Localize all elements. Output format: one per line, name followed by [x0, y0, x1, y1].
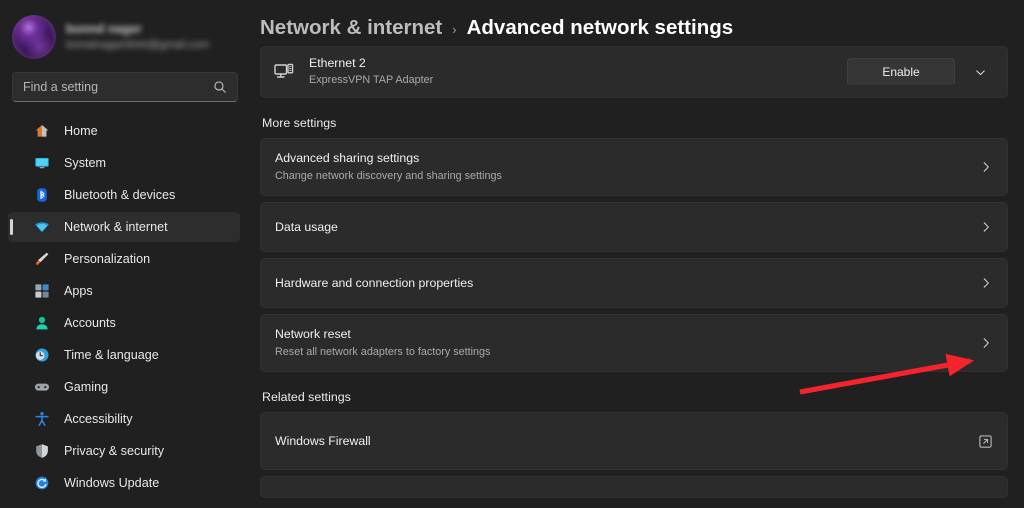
sidebar-item-label: Accessibility	[64, 412, 133, 426]
sidebar-item-label: System	[64, 156, 106, 170]
adapter-description: ExpressVPN TAP Adapter	[309, 74, 434, 87]
sidebar-item-accounts[interactable]: Accounts	[8, 308, 240, 338]
row-network-reset[interactable]: Network reset Reset all network adapters…	[260, 314, 1008, 372]
gamepad-icon	[35, 383, 49, 391]
row-title: Hardware and connection properties	[275, 275, 474, 290]
sidebar-item-label: Apps	[64, 284, 93, 298]
system-icon	[35, 158, 49, 169]
breadcrumb-parent-link[interactable]: Network & internet	[260, 16, 442, 40]
settings-list: Ethernet 2 ExpressVPN TAP Adapter Enable…	[248, 46, 1024, 498]
more-settings-heading: More settings	[262, 116, 337, 130]
related-settings-heading: Related settings	[262, 390, 351, 404]
brush-icon	[35, 252, 49, 266]
sidebar-item-label: Network & internet	[64, 220, 168, 234]
sidebar-item-label: Personalization	[64, 252, 151, 266]
row-text: Windows Firewall	[275, 433, 978, 450]
row-body[interactable]: Advanced sharing settings Change network…	[261, 139, 1007, 195]
sidebar-item-label: Privacy & security	[64, 444, 165, 458]
row-title: Advanced sharing settings	[275, 151, 420, 166]
search-input[interactable]	[23, 80, 213, 94]
row-subtitle: Reset all network adapters to factory se…	[275, 346, 491, 359]
clock-icon	[35, 348, 49, 362]
chevron-right-icon[interactable]	[979, 276, 993, 290]
apps-icon	[35, 284, 49, 298]
row-text: Advanced sharing settings Change network…	[275, 150, 979, 183]
update-icon	[35, 476, 49, 490]
main-content: Network & internet › Advanced network se…	[248, 0, 1024, 508]
settings-window: bonnd nager komalnagar0644@gmail.com Hom…	[0, 0, 1024, 508]
row-data-usage[interactable]: Data usage	[260, 202, 1008, 252]
row-body[interactable]: Network reset Reset all network adapters…	[261, 315, 1007, 371]
chevron-right-icon[interactable]	[979, 220, 993, 234]
chevron-down-icon	[975, 69, 985, 75]
sidebar-nav: Home System Bluetooth & devices Network …	[0, 116, 248, 498]
sidebar: bonnd nager komalnagar0644@gmail.com Hom…	[0, 0, 248, 508]
avatar[interactable]	[12, 15, 56, 59]
shield-icon	[36, 444, 48, 458]
sidebar-item-time-and-language[interactable]: Time & language	[8, 340, 240, 370]
row-text: Network reset Reset all network adapters…	[275, 326, 979, 359]
sidebar-item-accessibility[interactable]: Accessibility	[8, 404, 240, 434]
adapter-text: Ethernet 2 ExpressVPN TAP Adapter	[309, 56, 847, 87]
row-partially-visible[interactable]	[260, 476, 1008, 498]
network-icon	[35, 222, 49, 233]
accessibility-icon	[35, 412, 49, 426]
sidebar-item-label: Accounts	[64, 316, 116, 330]
breadcrumb: Network & internet › Advanced network se…	[248, 0, 1024, 46]
sidebar-item-label: Home	[64, 124, 98, 138]
external-link-icon[interactable]	[978, 434, 993, 449]
sidebar-item-label: Gaming	[64, 380, 109, 394]
home-icon	[35, 125, 49, 137]
row-text: Hardware and connection properties	[275, 275, 979, 292]
row-text: Data usage	[275, 219, 979, 236]
row-body[interactable]: Data usage	[261, 203, 1007, 251]
sidebar-item-network-and-internet[interactable]: Network & internet	[8, 212, 240, 242]
sidebar-item-privacy-and-security[interactable]: Privacy & security	[8, 436, 240, 466]
row-title: Windows Firewall	[275, 433, 371, 448]
row-subtitle: Change network discovery and sharing set…	[275, 170, 502, 183]
profile-name: bonnd nager	[66, 22, 142, 37]
chevron-right-icon[interactable]	[979, 160, 993, 174]
sidebar-item-gaming[interactable]: Gaming	[8, 372, 240, 402]
bluetooth-icon	[37, 188, 47, 202]
sidebar-item-home[interactable]: Home	[8, 116, 240, 146]
row-body[interactable]: Hardware and connection properties	[261, 259, 1007, 307]
sidebar-item-bluetooth[interactable]: Bluetooth & devices	[8, 180, 240, 210]
chevron-right-icon[interactable]	[979, 336, 993, 350]
sidebar-item-apps[interactable]: Apps	[8, 276, 240, 306]
row-windows-firewall[interactable]: Windows Firewall	[260, 412, 1008, 470]
accounts-icon	[36, 316, 48, 330]
page-title: Advanced network settings	[466, 16, 734, 39]
row-advanced-sharing-settings[interactable]: Advanced sharing settings Change network…	[260, 138, 1008, 196]
row-hardware-and-connection-properties[interactable]: Hardware and connection properties	[260, 258, 1008, 308]
sidebar-item-label: Time & language	[64, 348, 159, 362]
row-title: Network reset	[275, 327, 351, 342]
search-box[interactable]	[12, 72, 238, 102]
enable-button[interactable]: Enable	[847, 58, 955, 86]
adapter-expander-button[interactable]	[965, 58, 995, 86]
profile-text: bonnd nager komalnagar0644@gmail.com	[66, 21, 209, 53]
sidebar-item-label: Windows Update	[64, 476, 160, 490]
row-title: Data usage	[275, 219, 338, 234]
sidebar-item-windows-update[interactable]: Windows Update	[8, 468, 240, 498]
ethernet-adapter-icon	[274, 63, 294, 78]
row-body[interactable]: Windows Firewall	[261, 413, 1007, 469]
sidebar-item-system[interactable]: System	[8, 148, 240, 178]
chevron-right-icon: ›	[452, 22, 457, 37]
search-container	[0, 62, 248, 102]
profile-section[interactable]: bonnd nager komalnagar0644@gmail.com	[0, 0, 248, 62]
search-icon[interactable]	[213, 80, 227, 94]
adapter-name: Ethernet 2	[309, 56, 366, 71]
profile-email: komalnagar0644@gmail.com	[66, 39, 210, 52]
sidebar-item-personalization[interactable]: Personalization	[8, 244, 240, 274]
adapter-card-ethernet-2[interactable]: Ethernet 2 ExpressVPN TAP Adapter Enable	[260, 46, 1008, 98]
sidebar-item-label: Bluetooth & devices	[64, 188, 176, 202]
